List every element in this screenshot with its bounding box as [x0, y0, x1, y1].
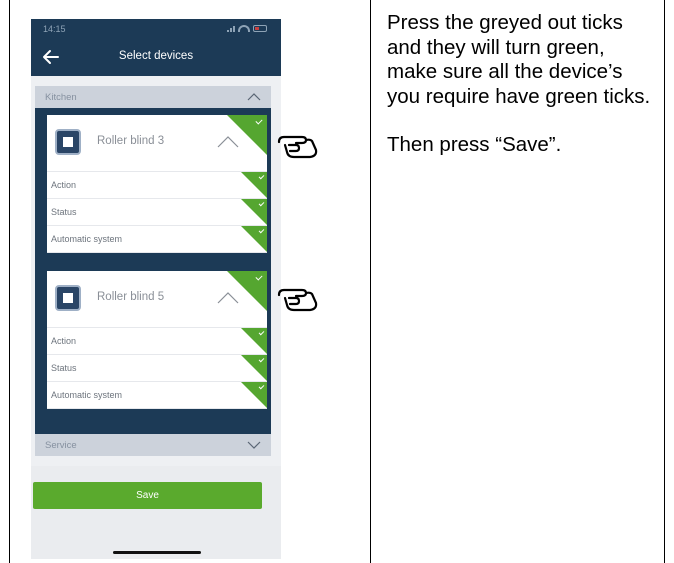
option-tick[interactable] [241, 199, 267, 225]
chevron-up-icon[interactable] [247, 92, 261, 102]
device-header[interactable]: Roller blind 3 [47, 115, 267, 172]
wifi-icon [238, 25, 250, 32]
device-card: Roller blind 5 Action Status Automatic s… [47, 271, 267, 409]
battery-icon [253, 25, 267, 32]
page-title: Select devices [118, 50, 194, 62]
option-tick[interactable] [241, 328, 267, 354]
save-button[interactable]: Save [33, 482, 262, 509]
group-header-service[interactable]: Service [35, 434, 271, 456]
option-label: Status [51, 207, 77, 217]
roller-blind-icon [55, 129, 81, 155]
status-bar: 14:15 [31, 19, 281, 39]
option-row-automatic-system: Automatic system [47, 382, 267, 409]
instruction-paragraph: Then press “Save”. [387, 133, 562, 156]
option-label: Action [51, 180, 77, 190]
option-row-automatic-system: Automatic system [47, 226, 267, 253]
device-name: Roller blind 5 [97, 291, 165, 303]
home-indicator[interactable] [113, 551, 201, 554]
instruction-text: Press the greyed out ticks and they will… [387, 11, 657, 158]
chevron-down-icon[interactable] [247, 440, 261, 450]
option-row-status: Status [47, 199, 267, 226]
device-select-tick[interactable] [227, 271, 267, 311]
group-label: Service [45, 440, 77, 451]
option-row-action: Action [47, 172, 267, 199]
option-row-status: Status [47, 355, 267, 382]
device-list: Kitchen Roller blind 3 Action Status Aut… [31, 76, 281, 466]
option-tick[interactable] [241, 226, 267, 252]
nav-bar: Select devices [31, 39, 281, 76]
column-divider [370, 0, 371, 563]
device-name: Roller blind 3 [97, 135, 165, 147]
device-card: Roller blind 3 Action Status Automatic s… [47, 115, 267, 253]
device-select-tick[interactable] [227, 115, 267, 155]
device-header[interactable]: Roller blind 5 [47, 271, 267, 328]
bottom-bar: Save [31, 466, 281, 559]
instruction-paragraph: Press the greyed out ticks and they will… [387, 11, 651, 108]
option-label: Automatic system [51, 234, 123, 244]
group-body-kitchen: Roller blind 3 Action Status Automatic s… [35, 108, 271, 434]
pointing-hand-icon [277, 135, 318, 159]
option-tick[interactable] [241, 382, 267, 408]
option-tick[interactable] [241, 355, 267, 381]
signal-icon [227, 25, 235, 32]
group-header-kitchen[interactable]: Kitchen [35, 86, 271, 108]
roller-blind-icon [55, 285, 81, 311]
system-indicators [227, 25, 267, 32]
phone-screenshot: 14:15 Select devices Kitchen Roller blin… [31, 19, 281, 559]
option-tick[interactable] [241, 172, 267, 198]
group-label: Kitchen [45, 92, 77, 103]
option-label: Action [51, 336, 77, 346]
option-label: Automatic system [51, 390, 123, 400]
status-time: 14:15 [43, 24, 66, 34]
pointing-hand-icon [277, 288, 318, 312]
option-label: Status [51, 363, 77, 373]
option-row-action: Action [47, 328, 267, 355]
